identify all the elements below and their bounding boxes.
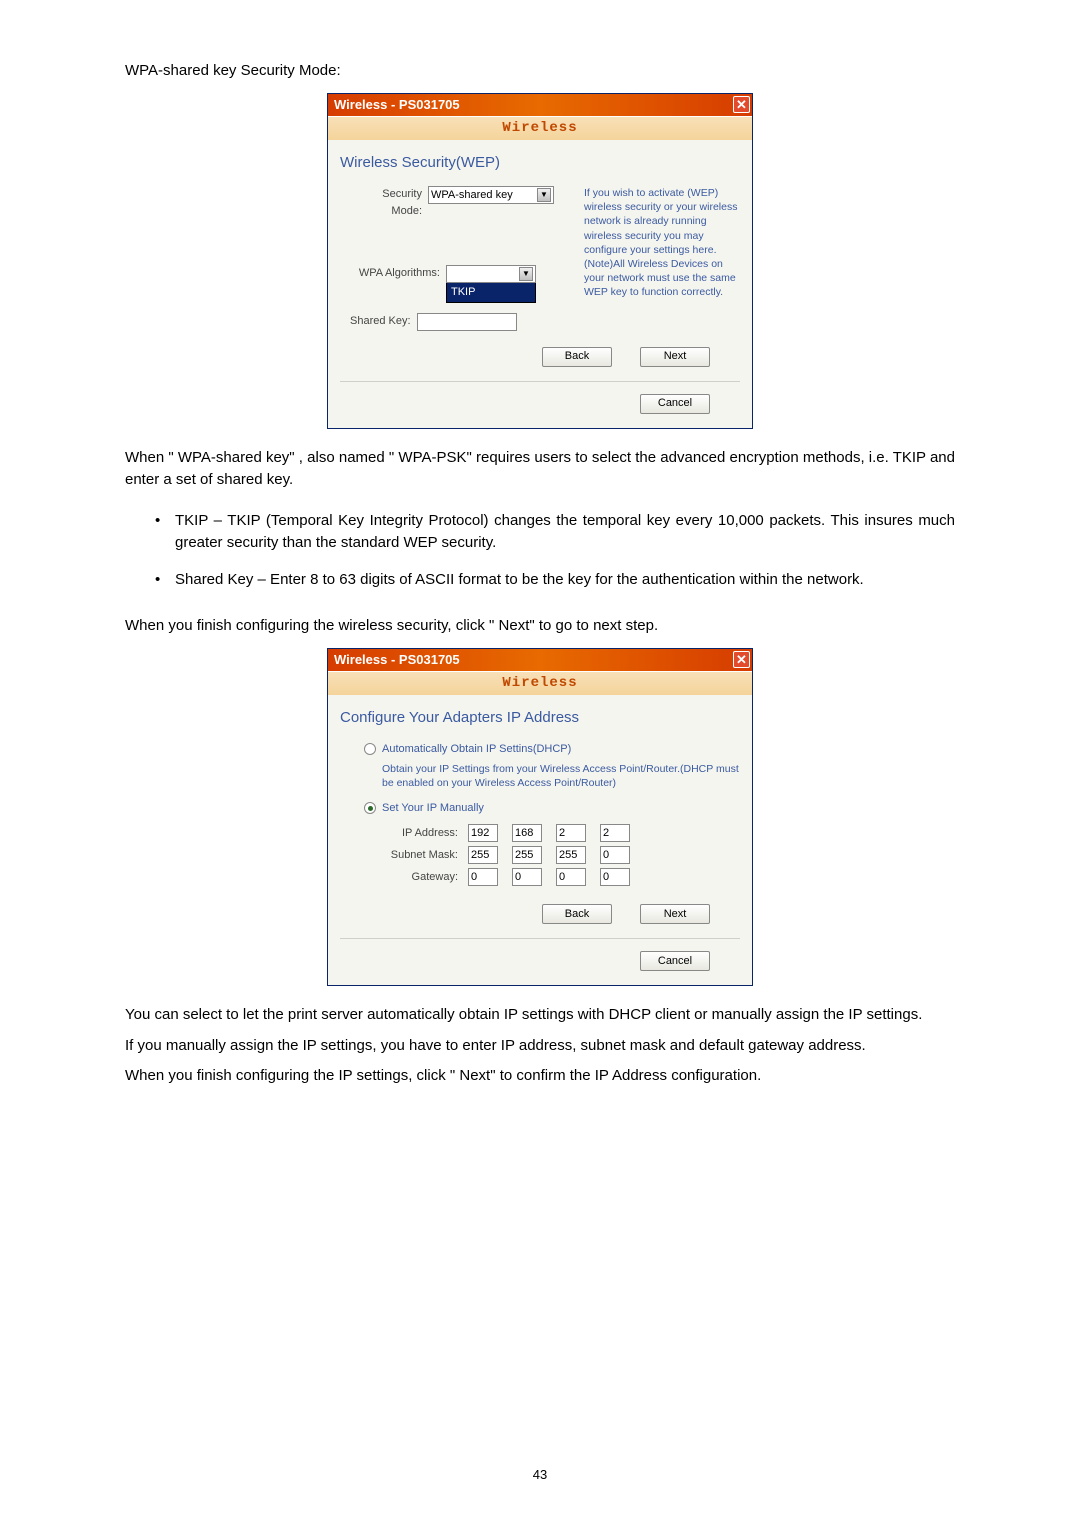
next-button[interactable]: Next [640, 904, 710, 924]
ip-section-title: Configure Your Adapters IP Address [340, 707, 740, 730]
shared-key-label: Shared Key: [350, 313, 411, 330]
wpa-algorithms-label: WPA Algorithms: [350, 265, 440, 282]
security-section-title: Wireless Security(WEP) [340, 152, 740, 175]
bullet-list: TKIP – TKIP (Temporal Key Integrity Prot… [125, 500, 955, 616]
dialog-title: Wireless - PS031705 [334, 95, 460, 115]
ip-octet-input[interactable]: 2 [556, 824, 586, 842]
dhcp-note: Obtain your IP Settings from your Wirele… [364, 762, 740, 790]
gateway-octet-input[interactable]: 0 [600, 868, 630, 886]
cancel-button[interactable]: Cancel [640, 951, 710, 971]
list-item: TKIP – TKIP (Temporal Key Integrity Prot… [155, 510, 955, 555]
mask-octet-input[interactable]: 255 [468, 846, 498, 864]
radio-manual[interactable]: Set Your IP Manually [364, 800, 740, 817]
shared-key-input[interactable] [417, 313, 517, 331]
next-button[interactable]: Next [640, 347, 710, 367]
help-text: If you wish to activate (WEP) wireless s… [584, 186, 740, 341]
dialog-body: Configure Your Adapters IP Address Autom… [328, 695, 752, 986]
radio-manual-label: Set Your IP Manually [382, 800, 484, 817]
paragraph: When you finish configuring the wireless… [125, 615, 955, 638]
chevron-down-icon: ▼ [537, 188, 551, 202]
ip-octet-input[interactable]: 192 [468, 824, 498, 842]
close-icon[interactable]: ✕ [733, 651, 750, 668]
ip-config-dialog: Wireless - PS031705 ✕ Wireless Configure… [327, 648, 753, 987]
paragraph: You can select to let the print server a… [125, 1004, 955, 1027]
back-button[interactable]: Back [542, 904, 612, 924]
mask-octet-input[interactable]: 255 [556, 846, 586, 864]
list-item: Shared Key – Enter 8 to 63 digits of ASC… [155, 569, 955, 592]
title-bar: Wireless - PS031705 ✕ [328, 649, 752, 671]
gateway-octet-input[interactable]: 0 [512, 868, 542, 886]
shared-key-row: Shared Key: [350, 313, 584, 331]
back-button[interactable]: Back [542, 347, 612, 367]
security-mode-label: Security Mode: [350, 186, 422, 219]
security-mode-row: Security Mode: WPA-shared key ▼ [350, 186, 584, 219]
paragraph: When " WPA-shared key" , also named " WP… [125, 447, 955, 492]
close-icon[interactable]: ✕ [733, 96, 750, 113]
gateway-label: Gateway: [390, 869, 462, 886]
radio-icon [364, 743, 376, 755]
wpa-heading: WPA-shared key Security Mode: [125, 60, 955, 83]
ip-octet-input[interactable]: 168 [512, 824, 542, 842]
radio-dhcp[interactable]: Automatically Obtain IP Settins(DHCP) [364, 741, 740, 758]
banner-text: Wireless [502, 118, 577, 139]
security-mode-value: WPA-shared key [431, 187, 513, 204]
mask-octet-input[interactable]: 255 [512, 846, 542, 864]
radio-dhcp-label: Automatically Obtain IP Settins(DHCP) [382, 741, 571, 758]
ip-octet-input[interactable]: 2 [600, 824, 630, 842]
cancel-button[interactable]: Cancel [640, 394, 710, 414]
gateway-octet-input[interactable]: 0 [468, 868, 498, 886]
dialog-banner: Wireless [328, 116, 752, 140]
radio-icon [364, 802, 376, 814]
page-number: 43 [0, 1465, 1080, 1485]
paragraph: When you finish configuring the IP setti… [125, 1065, 955, 1088]
chevron-down-icon: ▼ [519, 267, 533, 281]
dropdown-option-tkip[interactable]: TKIP [447, 283, 535, 302]
gateway-octet-input[interactable]: 0 [556, 868, 586, 886]
dialog-body: Wireless Security(WEP) Security Mode: WP… [328, 140, 752, 428]
mask-octet-input[interactable]: 0 [600, 846, 630, 864]
dialog-banner: Wireless [328, 671, 752, 695]
banner-text: Wireless [502, 673, 577, 694]
wireless-security-dialog: Wireless - PS031705 ✕ Wireless Wireless … [327, 93, 753, 429]
title-bar: Wireless - PS031705 ✕ [328, 94, 752, 116]
paragraph: If you manually assign the IP settings, … [125, 1035, 955, 1058]
wpa-algorithms-dropdown[interactable]: TKIP [446, 282, 536, 303]
subnet-mask-label: Subnet Mask: [390, 847, 462, 864]
wpa-algorithms-row: WPA Algorithms: ▼ TKIP [350, 263, 584, 303]
dialog-title: Wireless - PS031705 [334, 650, 460, 670]
wpa-algorithms-select[interactable]: ▼ [446, 265, 536, 283]
security-mode-select[interactable]: WPA-shared key ▼ [428, 186, 554, 204]
ip-address-label: IP Address: [390, 825, 462, 842]
